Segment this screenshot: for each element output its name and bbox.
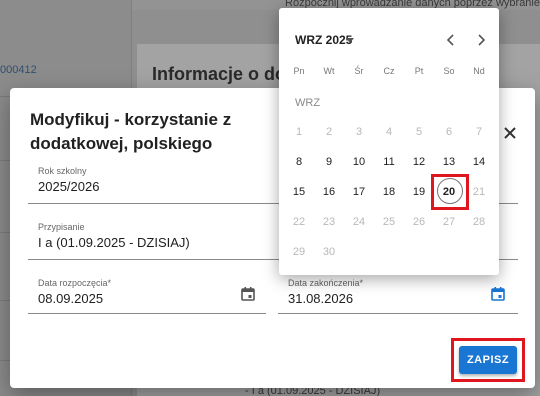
chevron-right-icon[interactable]: [473, 32, 489, 48]
calendar-day: 22: [292, 216, 306, 228]
start-date-value: 08.09.2025: [38, 291, 104, 306]
background-section-title: Informacje o do: [152, 64, 287, 84]
start-date-field[interactable]: Data rozpoczęcia* 08.09.2025: [28, 278, 266, 314]
save-button[interactable]: ZAPISZ: [459, 346, 517, 374]
calendar-day: 1: [295, 126, 303, 138]
date-picker-popup: WRZ 2025 Pn Wt Śr Cz Pt So Nd WRZ 1 2 3 …: [279, 8, 499, 275]
calendar-icon[interactable]: [240, 286, 256, 302]
calendar-day[interactable]: 11: [375, 152, 403, 172]
dialog-title: Modyfikuj - korzystanie z dodatkowej, po…: [30, 110, 232, 153]
assignment-value: I a (01.09.2025 - DZISIAJ): [38, 235, 190, 250]
end-date-label: Data zakończenia*: [288, 278, 364, 288]
weekday-label: Cz: [383, 66, 395, 76]
calendar-day: 27: [442, 216, 456, 228]
weekday-label: So: [443, 66, 455, 76]
calendar-day[interactable]: 9: [315, 152, 343, 172]
assignment-label: Przypisanie: [38, 222, 85, 232]
school-year-value: 2025/2026: [38, 179, 100, 194]
calendar-day: 30: [322, 246, 336, 258]
calendar-day: 26: [412, 216, 426, 228]
calendar-day[interactable]: 12: [405, 152, 433, 172]
calendar-day: 3: [355, 126, 363, 138]
background-record-code: 000412: [0, 64, 37, 76]
calendar-day[interactable]: 14: [465, 152, 493, 172]
calendar-day[interactable]: 8: [285, 152, 313, 172]
calendar-icon[interactable]: [490, 286, 506, 302]
calendar-day: 6: [445, 126, 453, 138]
calendar-day: 4: [385, 126, 393, 138]
calendar-day[interactable]: 10: [345, 152, 373, 172]
caret-down-icon[interactable]: [346, 38, 354, 43]
calendar-day[interactable]: 18: [375, 182, 403, 202]
chevron-left-icon[interactable]: [443, 32, 459, 48]
school-year-label: Rok szkolny: [38, 166, 87, 176]
calendar-day: 24: [352, 216, 366, 228]
calendar-day: 2: [325, 126, 333, 138]
calendar-day[interactable]: 13: [435, 152, 463, 172]
weekday-label: Śr: [354, 66, 364, 76]
calendar-day[interactable]: 19: [405, 182, 433, 202]
weekday-label: Wt: [323, 66, 335, 76]
calendar-day[interactable]: 16: [315, 182, 343, 202]
close-icon[interactable]: [503, 126, 517, 140]
calendar-day: 28: [472, 216, 486, 228]
weekday-label: Nd: [473, 66, 485, 76]
weekday-label: Pt: [414, 66, 424, 76]
calendar-day: 5: [415, 126, 423, 138]
calendar-day: 23: [322, 216, 336, 228]
end-date-value: 31.08.2026: [288, 291, 354, 306]
calendar-day[interactable]: 15: [285, 182, 313, 202]
month-label: WRZ: [295, 97, 321, 109]
end-date-field[interactable]: Data zakończenia* 31.08.2026: [278, 278, 518, 314]
calendar-day: 25: [382, 216, 396, 228]
weekday-label: Pn: [293, 66, 305, 76]
calendar-day[interactable]: 17: [345, 182, 373, 202]
month-year-selector[interactable]: WRZ 2025: [295, 33, 352, 47]
calendar-day: 7: [475, 126, 483, 138]
start-date-label: Data rozpoczęcia*: [38, 278, 112, 288]
day-highlight: [431, 174, 469, 210]
calendar-day: 29: [292, 246, 306, 258]
calendar-day: 21: [472, 186, 486, 198]
